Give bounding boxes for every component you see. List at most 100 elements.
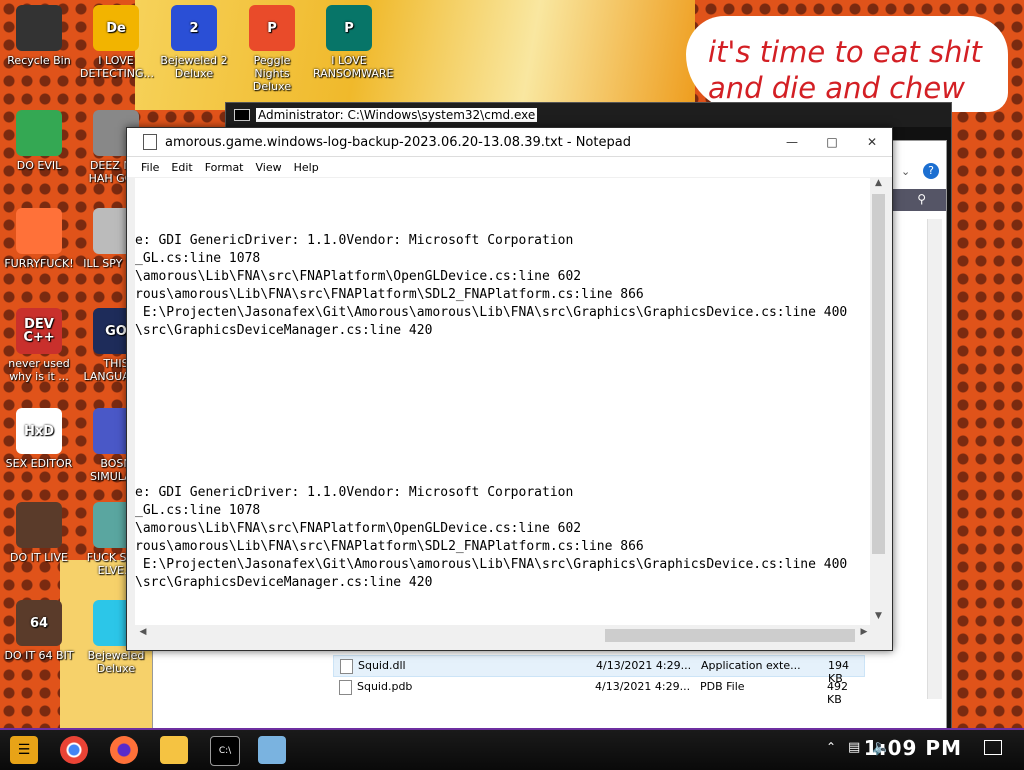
text-line: \amorous\Lib\FNA\src\FNAPlatform\OpenGLD… xyxy=(135,521,582,536)
text-line: E:\Projecten\Jasonafex\Git\Amorous\amoro… xyxy=(135,305,848,320)
text-line xyxy=(135,394,872,412)
taskbar-clock[interactable]: 1:09 PM xyxy=(864,736,962,760)
cmd-title: Administrator: C:\Windows\system32\cmd.e… xyxy=(256,108,538,122)
text-line: \amorous\Lib\FNA\src\FNAPlatform\OpenGLD… xyxy=(135,269,582,284)
file-explorer-taskbar-icon[interactable] xyxy=(160,736,188,764)
chrome-taskbar-icon[interactable] xyxy=(60,736,88,764)
close-button[interactable]: ✕ xyxy=(852,128,892,156)
start-button[interactable]: ☰ xyxy=(10,736,38,764)
network-icon[interactable]: ▤ xyxy=(848,740,860,755)
notepad-menubar: File Edit Format View Help xyxy=(127,157,892,177)
scroll-left-arrow[interactable]: ◀ xyxy=(135,627,151,644)
minimize-button[interactable]: — xyxy=(772,128,812,156)
scroll-right-arrow[interactable]: ▶ xyxy=(856,627,872,644)
hscroll-thumb[interactable] xyxy=(605,629,855,642)
text-line: E:\Projecten\Jasonafex\Git\Amorous\amoro… xyxy=(135,557,848,572)
desktop-icon[interactable]: DEV C++ never used why is it ... xyxy=(3,308,75,383)
desktop-icon-label: SEX EDITOR xyxy=(5,457,73,470)
desktop-icon[interactable]: DO EVIL xyxy=(3,110,75,172)
desktop-icon-label: DO IT LIVE xyxy=(10,551,68,564)
file-icon xyxy=(340,659,353,674)
notepad-title: amorous.game.windows-log-backup-2023.06.… xyxy=(165,134,631,150)
text-line: \src\GraphicsDeviceManager.cs:line 420 xyxy=(135,323,433,338)
desktop-icon[interactable]: Recycle Bin xyxy=(3,5,75,67)
text-line xyxy=(135,466,872,484)
desktop-icon-label: FURRYFUCK! xyxy=(4,257,74,270)
desktop-icon-label: never used why is it ... xyxy=(8,357,70,383)
notepad-vscroll[interactable]: ▲ ▼ xyxy=(870,178,887,627)
taskbar: ☰ C:\ ⌃ ▤ 🔈 1:09 PM xyxy=(0,728,1024,770)
notepad-titlebar[interactable]: amorous.game.windows-log-backup-2023.06.… xyxy=(127,128,892,157)
desktop-icon[interactable]: 64 DO IT 64 BIT xyxy=(3,600,75,662)
text-line: e: GDI GenericDriver: 1.1.0Vendor: Micro… xyxy=(135,485,574,500)
text-line: rous\amorous\Lib\FNA\src\FNAPlatform\SDL… xyxy=(135,287,644,302)
cmd-taskbar-icon[interactable]: C:\ xyxy=(210,736,240,766)
de-icon: De xyxy=(93,5,139,51)
text-line xyxy=(135,214,872,232)
desktop-icon-label: I LOVE RANSOMWARE xyxy=(313,54,394,80)
notepad-taskbar-icon[interactable] xyxy=(258,736,286,764)
desktop-icon[interactable]: HxD SEX EDITOR xyxy=(3,408,75,470)
speech-text: it's time to eat shit and die and chew xyxy=(708,35,982,105)
chrome-icon xyxy=(16,110,62,156)
text-line: _GL.cs:line 1078 xyxy=(135,251,261,266)
peggle-icon: P xyxy=(249,5,295,51)
desktop-icon[interactable]: De I LOVE DETECTING... xyxy=(80,5,154,80)
notepad-text-area[interactable]: e: GDI GenericDriver: 1.1.0Vendor: Micro… xyxy=(135,178,872,625)
menu-item-file[interactable]: File xyxy=(135,161,165,174)
file-cell: Squid.dll xyxy=(358,659,406,672)
hxd-icon: HxD xyxy=(16,408,62,454)
chevron-down-icon[interactable]: ⌄ xyxy=(901,165,910,178)
text-line xyxy=(135,448,872,466)
text-line xyxy=(135,196,872,214)
desktop-icon[interactable]: DO IT LIVE xyxy=(3,502,75,564)
desktop-icon-label: Peggle Nights Deluxe xyxy=(252,54,292,93)
text-line xyxy=(135,178,872,196)
file-cell: Squid.pdb xyxy=(357,680,413,693)
firefox-taskbar-icon[interactable] xyxy=(110,736,138,764)
firefox-icon xyxy=(16,208,62,254)
scroll-up-arrow[interactable]: ▲ xyxy=(870,178,887,194)
file-cell: PDB File xyxy=(700,680,745,693)
file-cell: 4/13/2021 4:29... xyxy=(595,680,691,693)
desktop-icon[interactable]: P Peggle Nights Deluxe xyxy=(236,5,308,93)
file-row[interactable]: Squid.dll 4/13/2021 4:29... Application ex… xyxy=(333,655,865,685)
text-line xyxy=(135,412,872,430)
desktop-icon[interactable]: P I LOVE RANSOMWARE xyxy=(313,5,394,80)
recycle-bin-icon xyxy=(16,5,62,51)
desktop-icon-label: Bejeweled 2 Deluxe xyxy=(160,54,228,80)
scroll-down-arrow[interactable]: ▼ xyxy=(870,611,887,627)
text-line xyxy=(135,376,872,394)
desktop-icon-label: Recycle Bin xyxy=(7,54,71,67)
text-line xyxy=(135,430,872,448)
portrait64-icon: 64 xyxy=(16,600,62,646)
file-cell: Application exte... xyxy=(701,659,801,672)
vscroll-thumb[interactable] xyxy=(872,194,885,554)
notification-icon[interactable] xyxy=(984,740,1002,755)
notepad-hscroll[interactable]: ◀ ▶ xyxy=(135,627,872,644)
desktop-icon-label: DO EVIL xyxy=(16,159,62,172)
help-icon[interactable]: ? xyxy=(923,163,939,179)
text-line: e: GDI GenericDriver: 1.1.0Vendor: Micro… xyxy=(135,233,574,248)
file-icon xyxy=(339,680,352,695)
publisher-icon: P xyxy=(326,5,372,51)
bejeweled-icon: 2 xyxy=(171,5,217,51)
explorer-vscroll[interactable] xyxy=(927,219,942,699)
desktop-icon[interactable]: FURRYFUCK! xyxy=(3,208,75,270)
maximize-button[interactable]: □ xyxy=(812,128,852,156)
notepad-icon xyxy=(143,134,157,150)
cmd-icon xyxy=(234,109,250,121)
desktop-icon-label: Bejeweled Deluxe xyxy=(87,649,145,675)
notepad-window[interactable]: amorous.game.windows-log-backup-2023.06.… xyxy=(126,127,893,651)
tray-chevron-icon[interactable]: ⌃ xyxy=(826,740,836,754)
desktop-icon-label: DO IT 64 BIT xyxy=(4,649,74,662)
file-row[interactable]: Squid.pdb 4/13/2021 4:29... PDB File 492 KB xyxy=(333,677,863,706)
menu-item-format[interactable]: Format xyxy=(199,161,250,174)
cmd-titlebar[interactable]: Administrator: C:\Windows\system32\cmd.e… xyxy=(226,103,951,127)
menu-item-view[interactable]: View xyxy=(250,161,288,174)
text-line: _GL.cs:line 1078 xyxy=(135,503,261,518)
menu-item-help[interactable]: Help xyxy=(288,161,325,174)
menu-item-edit[interactable]: Edit xyxy=(165,161,198,174)
devcpp-icon: DEV C++ xyxy=(16,308,62,354)
desktop-icon[interactable]: 2 Bejeweled 2 Deluxe xyxy=(158,5,230,80)
